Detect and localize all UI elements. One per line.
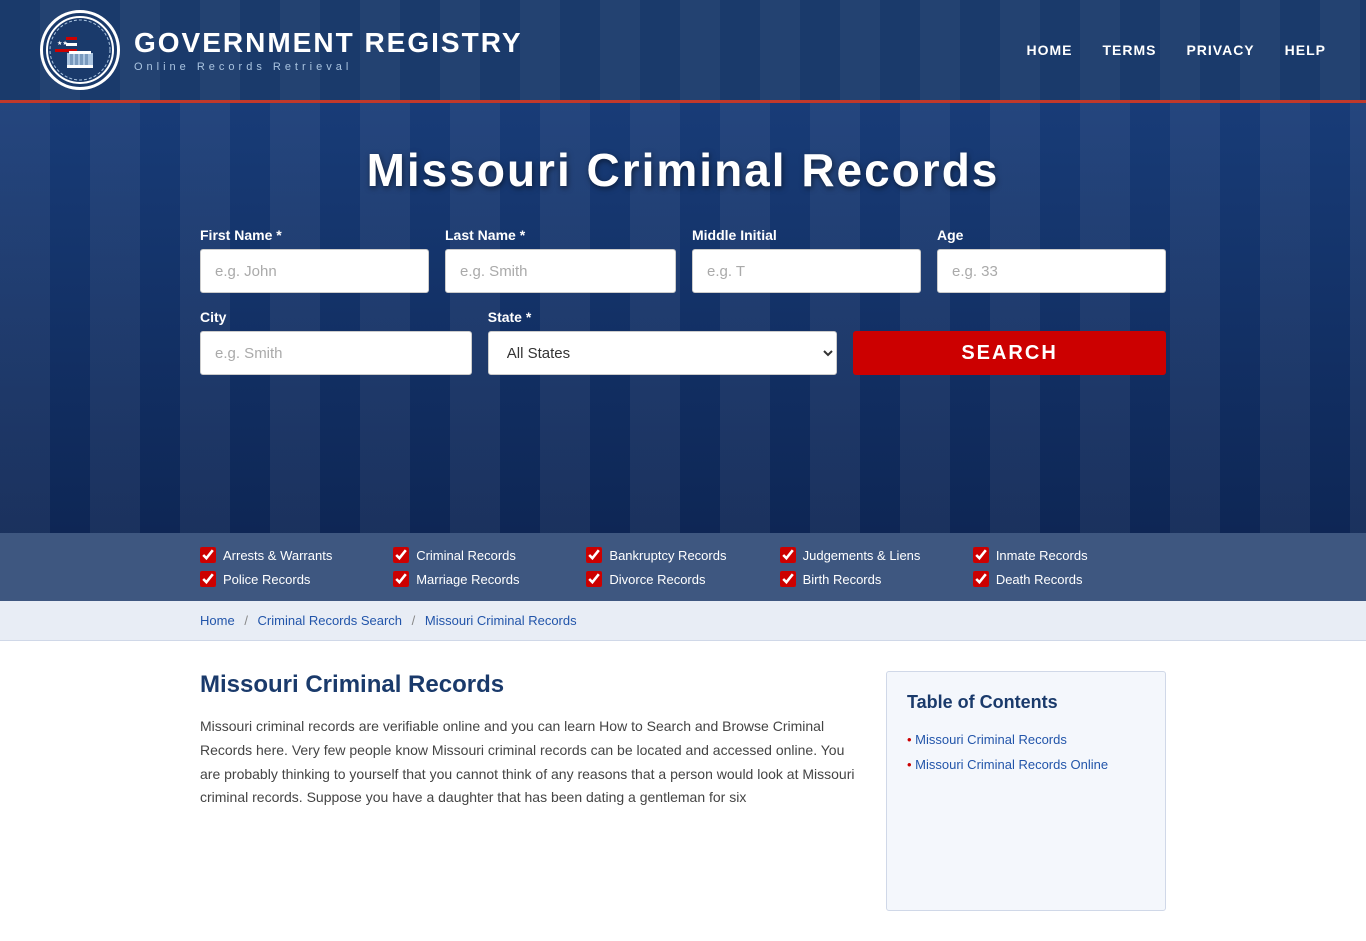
checkboxes-section: Arrests & Warrants Police Records Crimin…	[0, 533, 1366, 601]
checkbox-birth-input[interactable]	[780, 571, 796, 587]
state-label: State *	[488, 309, 837, 325]
toc-item-2: Missouri Criminal Records Online	[907, 752, 1145, 777]
main-nav: HOME TERMS PRIVACY HELP	[1026, 42, 1326, 58]
nav-privacy[interactable]: PRIVACY	[1186, 42, 1254, 58]
city-input[interactable]	[200, 331, 472, 375]
checkbox-inmate-input[interactable]	[973, 547, 989, 563]
checkbox-criminal-label: Criminal Records	[416, 548, 516, 563]
age-group: Age	[937, 227, 1166, 293]
last-name-group: Last Name *	[445, 227, 676, 293]
checkbox-judgements-label: Judgements & Liens	[803, 548, 921, 563]
checkbox-bankruptcy[interactable]: Bankruptcy Records	[586, 547, 779, 563]
middle-initial-input[interactable]	[692, 249, 921, 293]
breadcrumb-sep-1: /	[244, 613, 251, 628]
form-row-2: City State * All StatesAlabamaAlaskaAriz…	[200, 309, 1166, 375]
checkbox-inmate[interactable]: Inmate Records	[973, 547, 1166, 563]
checkbox-criminal-input[interactable]	[393, 547, 409, 563]
state-group: State * All StatesAlabamaAlaskaArizonaAr…	[488, 309, 837, 375]
toc-title: Table of Contents	[907, 692, 1145, 713]
checkbox-col-5: Inmate Records Death Records	[973, 547, 1166, 587]
checkbox-inmate-label: Inmate Records	[996, 548, 1088, 563]
toc-item-1: Missouri Criminal Records	[907, 727, 1145, 752]
age-label: Age	[937, 227, 1166, 243]
logo-icon: ★★	[40, 10, 120, 90]
logo-text: Government Registry Online Records Retri…	[134, 27, 523, 73]
checkbox-birth-label: Birth Records	[803, 572, 882, 587]
toc-list: Missouri Criminal Records Missouri Crimi…	[907, 727, 1145, 777]
checkbox-arrests-label: Arrests & Warrants	[223, 548, 332, 563]
table-of-contents: Table of Contents Missouri Criminal Reco…	[886, 671, 1166, 911]
content-title: Missouri Criminal Records	[200, 671, 856, 699]
toc-link-2[interactable]: Missouri Criminal Records Online	[915, 757, 1108, 772]
nav-terms[interactable]: TERMS	[1102, 42, 1156, 58]
checkbox-birth[interactable]: Birth Records	[780, 571, 973, 587]
last-name-label: Last Name *	[445, 227, 676, 243]
checkbox-police[interactable]: Police Records	[200, 571, 393, 587]
checkbox-marriage-label: Marriage Records	[416, 572, 519, 587]
checkbox-bankruptcy-input[interactable]	[586, 547, 602, 563]
checkbox-death[interactable]: Death Records	[973, 571, 1166, 587]
age-input[interactable]	[937, 249, 1166, 293]
checkbox-police-input[interactable]	[200, 571, 216, 587]
nav-help[interactable]: HELP	[1285, 42, 1326, 58]
hero-section: Missouri Criminal Records First Name * L…	[0, 103, 1366, 533]
checkbox-death-label: Death Records	[996, 572, 1083, 587]
checkbox-col-1: Arrests & Warrants Police Records	[200, 547, 393, 587]
middle-initial-group: Middle Initial	[692, 227, 921, 293]
site-subtitle: Online Records Retrieval	[134, 61, 523, 73]
nav-home[interactable]: HOME	[1026, 42, 1072, 58]
checkbox-police-label: Police Records	[223, 572, 310, 587]
toc-link-1[interactable]: Missouri Criminal Records	[915, 732, 1067, 747]
checkbox-divorce[interactable]: Divorce Records	[586, 571, 779, 587]
checkbox-death-input[interactable]	[973, 571, 989, 587]
checkbox-marriage[interactable]: Marriage Records	[393, 571, 586, 587]
search-button[interactable]: Search	[853, 331, 1166, 375]
checkbox-divorce-label: Divorce Records	[609, 572, 705, 587]
page-title: Missouri Criminal Records	[200, 143, 1166, 197]
search-form: First Name * Last Name * Middle Initial …	[200, 227, 1166, 375]
state-select[interactable]: All StatesAlabamaAlaskaArizonaArkansasCa…	[488, 331, 837, 375]
checkbox-bankruptcy-label: Bankruptcy Records	[609, 548, 726, 563]
first-name-input[interactable]	[200, 249, 429, 293]
breadcrumb-home[interactable]: Home	[200, 613, 235, 628]
checkbox-col-2: Criminal Records Marriage Records	[393, 547, 586, 587]
last-name-input[interactable]	[445, 249, 676, 293]
first-name-label: First Name *	[200, 227, 429, 243]
checkbox-col-3: Bankruptcy Records Divorce Records	[586, 547, 779, 587]
checkbox-arrests[interactable]: Arrests & Warrants	[200, 547, 393, 563]
form-row-1: First Name * Last Name * Middle Initial …	[200, 227, 1166, 293]
checkbox-col-4: Judgements & Liens Birth Records	[780, 547, 973, 587]
checkbox-divorce-input[interactable]	[586, 571, 602, 587]
first-name-group: First Name *	[200, 227, 429, 293]
site-title: Government Registry	[134, 27, 523, 59]
breadcrumb-sep-2: /	[412, 613, 419, 628]
city-label: City	[200, 309, 472, 325]
checkbox-criminal[interactable]: Criminal Records	[393, 547, 586, 563]
svg-text:★★: ★★	[57, 40, 68, 47]
logo-area: ★★ Government Registry Online Records Re…	[40, 10, 523, 90]
checkbox-judgements[interactable]: Judgements & Liens	[780, 547, 973, 563]
checkbox-arrests-input[interactable]	[200, 547, 216, 563]
city-group: City	[200, 309, 472, 375]
site-header: ★★ Government Registry Online Records Re…	[0, 0, 1366, 103]
checkbox-marriage-input[interactable]	[393, 571, 409, 587]
middle-initial-label: Middle Initial	[692, 227, 921, 243]
breadcrumb-missouri[interactable]: Missouri Criminal Records	[425, 613, 577, 628]
breadcrumb: Home / Criminal Records Search / Missour…	[0, 601, 1366, 641]
content-area: Missouri Criminal Records Missouri crimi…	[0, 641, 1366, 941]
breadcrumb-criminal-records[interactable]: Criminal Records Search	[258, 613, 403, 628]
checkbox-judgements-input[interactable]	[780, 547, 796, 563]
main-content: Missouri Criminal Records Missouri crimi…	[200, 671, 856, 911]
content-body: Missouri criminal records are verifiable…	[200, 715, 856, 810]
